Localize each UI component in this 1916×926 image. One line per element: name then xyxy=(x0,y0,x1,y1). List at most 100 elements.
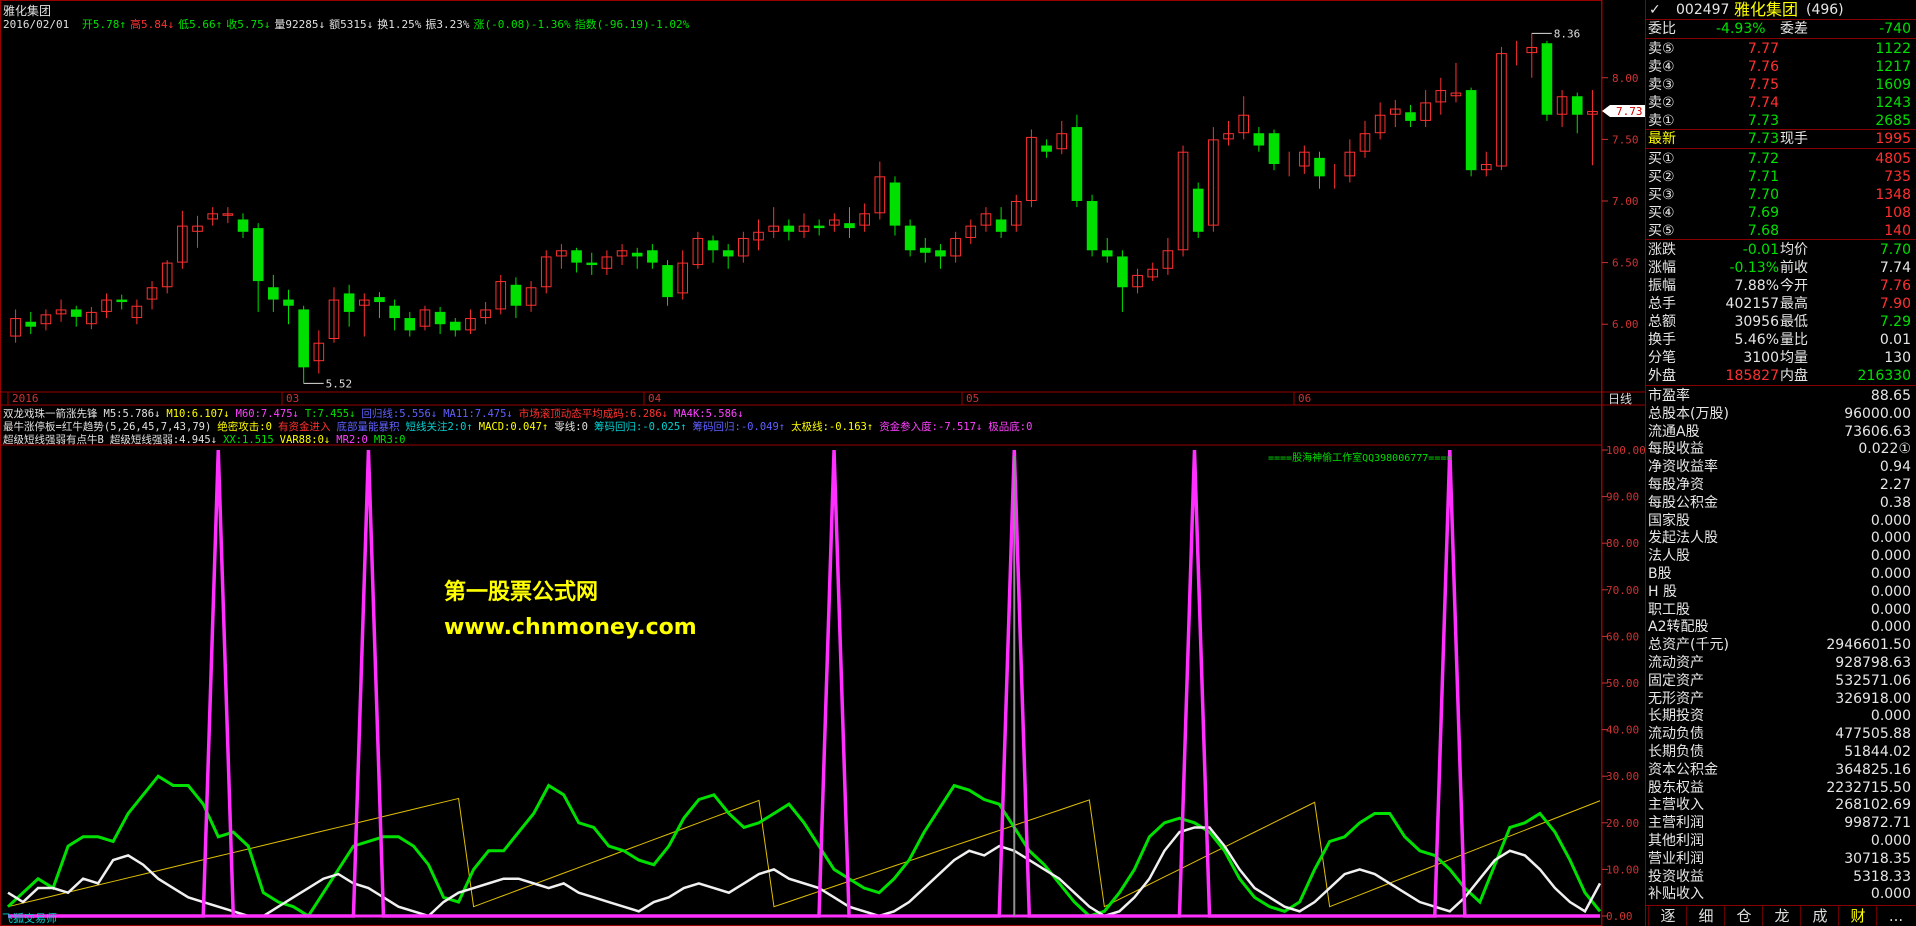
finance-row: 营业利润 30718.35 xyxy=(1646,850,1916,868)
finance-value: 51844.02 xyxy=(1844,744,1911,760)
side-tab[interactable]: 财 xyxy=(1838,906,1877,926)
stat-value: 30956 xyxy=(1734,314,1779,330)
waipan-label: 外盘 xyxy=(1648,368,1676,384)
indicator-item: 零线:0 xyxy=(554,421,588,433)
price-axis-label: 8.00 xyxy=(1612,72,1639,85)
buy-label: 买④ xyxy=(1648,205,1675,221)
waipan-value: 185827 xyxy=(1725,368,1779,384)
panel-divider xyxy=(1646,148,1916,149)
candle-body xyxy=(1071,127,1083,201)
finance-value: 0.000 xyxy=(1870,601,1911,618)
finance-row: 总股本(万股) 96000.00 xyxy=(1646,405,1916,423)
finance-value: 88.65 xyxy=(1870,388,1911,404)
side-tab[interactable]: 龙 xyxy=(1762,906,1801,926)
stat-value: 402157 xyxy=(1725,296,1779,312)
indicator-item: 资金参入度:-7.517↓ xyxy=(879,421,983,433)
finance-label: 每股净资 xyxy=(1648,477,1704,493)
finance-value: 0.000 xyxy=(1870,530,1911,547)
finance-label: 其他利润 xyxy=(1648,833,1704,849)
finance-row: 发起法人股 0.000 xyxy=(1646,529,1916,547)
bar-info-item: 低5.66↑ xyxy=(178,18,223,31)
finance-row: A2转配股 0.000 xyxy=(1646,618,1916,636)
stat-value: 5.46% xyxy=(1734,332,1779,348)
finance-row: B股 0.000 xyxy=(1646,565,1916,583)
finance-label: 净资收益率 xyxy=(1648,459,1718,476)
indicator-item: 极品底:0 xyxy=(988,421,1033,433)
finance-row: 职工股 0.000 xyxy=(1646,601,1916,619)
indicator-item: XX:1.515 xyxy=(223,434,274,446)
candle-body xyxy=(237,219,249,232)
ind-axis-label: 50.00 xyxy=(1606,677,1639,690)
finance-value: 268102.69 xyxy=(1835,797,1911,814)
finance-row: 长期负债 51844.02 xyxy=(1646,743,1916,761)
bar-info-line: 2016/02/01 开5.78↑ 高5.84↓ 低5.66↑ 收5.75↓ 量9228… xyxy=(3,16,693,32)
candle-body xyxy=(783,225,795,232)
ind-axis-label: 20.00 xyxy=(1606,817,1639,830)
candle-body xyxy=(283,299,294,306)
candle-body xyxy=(571,250,582,263)
stat-value: 7.90 xyxy=(1879,296,1911,312)
stock-code: 002497 xyxy=(1676,2,1730,18)
buy-row: 买① 7.72 4805 xyxy=(1646,150,1916,168)
sell-volume: 1243 xyxy=(1875,95,1911,111)
finance-label: 流动资产 xyxy=(1648,655,1704,671)
sell-price: 7.73 xyxy=(1747,113,1779,129)
stat-value: -0.13% xyxy=(1729,260,1779,276)
buy-volume: 1348 xyxy=(1875,187,1911,203)
sell-price: 7.75 xyxy=(1747,77,1779,93)
buy-label: 买⑤ xyxy=(1648,223,1675,239)
finance-value: 99872.71 xyxy=(1844,815,1911,832)
side-tab[interactable]: 细 xyxy=(1686,906,1725,926)
buy-volume: 735 xyxy=(1884,169,1911,185)
watermark-title: 第一股票公式网 xyxy=(444,580,599,605)
quote-side-panel: ✓ 002497 雅化集团 (496) 委比 -4.93% 委差 -740 卖⑤ 7.77 1122… xyxy=(1645,0,1916,926)
candle-body xyxy=(374,297,385,303)
side-tab[interactable]: 成 xyxy=(1800,906,1839,926)
finance-label: 主营收入 xyxy=(1648,797,1704,814)
finance-row: 固定资产 532571.06 xyxy=(1646,672,1916,690)
stat-label: 总手 xyxy=(1648,296,1676,312)
candle-body xyxy=(1253,133,1265,146)
finance-label: 无形资产 xyxy=(1648,690,1704,707)
finance-value: 0.000 xyxy=(1870,512,1911,529)
bar-info-item: 收5.75↓ xyxy=(226,18,271,31)
candle-body xyxy=(904,225,916,251)
ind-axis-label: 40.00 xyxy=(1606,724,1639,737)
finance-value: 73606.63 xyxy=(1844,423,1911,440)
side-tab[interactable]: 逐 xyxy=(1648,906,1687,926)
indicator-item: MR3:0 xyxy=(373,434,406,446)
finance-row: 流通A股 73606.63 xyxy=(1646,423,1916,441)
weicha-value: -740 xyxy=(1879,21,1911,37)
stat-row: 涨跌 -0.01 均价 7.70 xyxy=(1646,241,1916,259)
latest-row: 最新 7.73 现手 1995 xyxy=(1646,130,1916,148)
latest-label: 最新 xyxy=(1648,131,1676,147)
stat-label: 总额 xyxy=(1648,314,1676,330)
indicator-item: VAR88:0↓ xyxy=(279,434,331,446)
finance-value: 0.000 xyxy=(1870,833,1911,849)
side-tab[interactable]: 仓 xyxy=(1724,906,1763,926)
buy-price: 7.72 xyxy=(1747,151,1779,167)
stat-value: 3100 xyxy=(1743,350,1779,366)
finance-row: 每股收益 0.022① xyxy=(1646,440,1916,458)
finance-label: 投资收益 xyxy=(1648,868,1704,885)
sell-row: 卖⑤ 7.77 1122 xyxy=(1646,40,1916,58)
buy-row: 买④ 7.69 108 xyxy=(1646,204,1916,222)
side-tab[interactable]: ... xyxy=(1876,906,1915,926)
finance-label: 股东权益 xyxy=(1648,779,1704,796)
sell-label: 卖② xyxy=(1648,95,1675,111)
high-mark-label: 8.36 xyxy=(1554,27,1581,40)
buy-label: 买② xyxy=(1648,169,1675,185)
stat-row: 总额 30956 最低 7.29 xyxy=(1646,313,1916,331)
neipan-label: 内盘 xyxy=(1780,368,1808,384)
latest-price: 7.73 xyxy=(1747,131,1779,147)
buy-price: 7.69 xyxy=(1747,205,1779,221)
white-line xyxy=(7,826,1602,918)
finance-row: 投资收益 5318.33 xyxy=(1646,868,1916,886)
chart-area[interactable]: 8.36 5.52 8.00 7.50 7.00 6.50 6.00 7.73 2016 03 0… xyxy=(0,0,1645,926)
stat-label: 换手 xyxy=(1648,332,1676,348)
bar-info-item: 量92285↓ xyxy=(274,18,326,31)
stat-label: 量比 xyxy=(1780,332,1808,348)
time-axis-label: 2016 xyxy=(12,392,39,405)
time-axis-label: 06 xyxy=(1298,392,1311,405)
finance-label: 发起法人股 xyxy=(1648,530,1718,547)
